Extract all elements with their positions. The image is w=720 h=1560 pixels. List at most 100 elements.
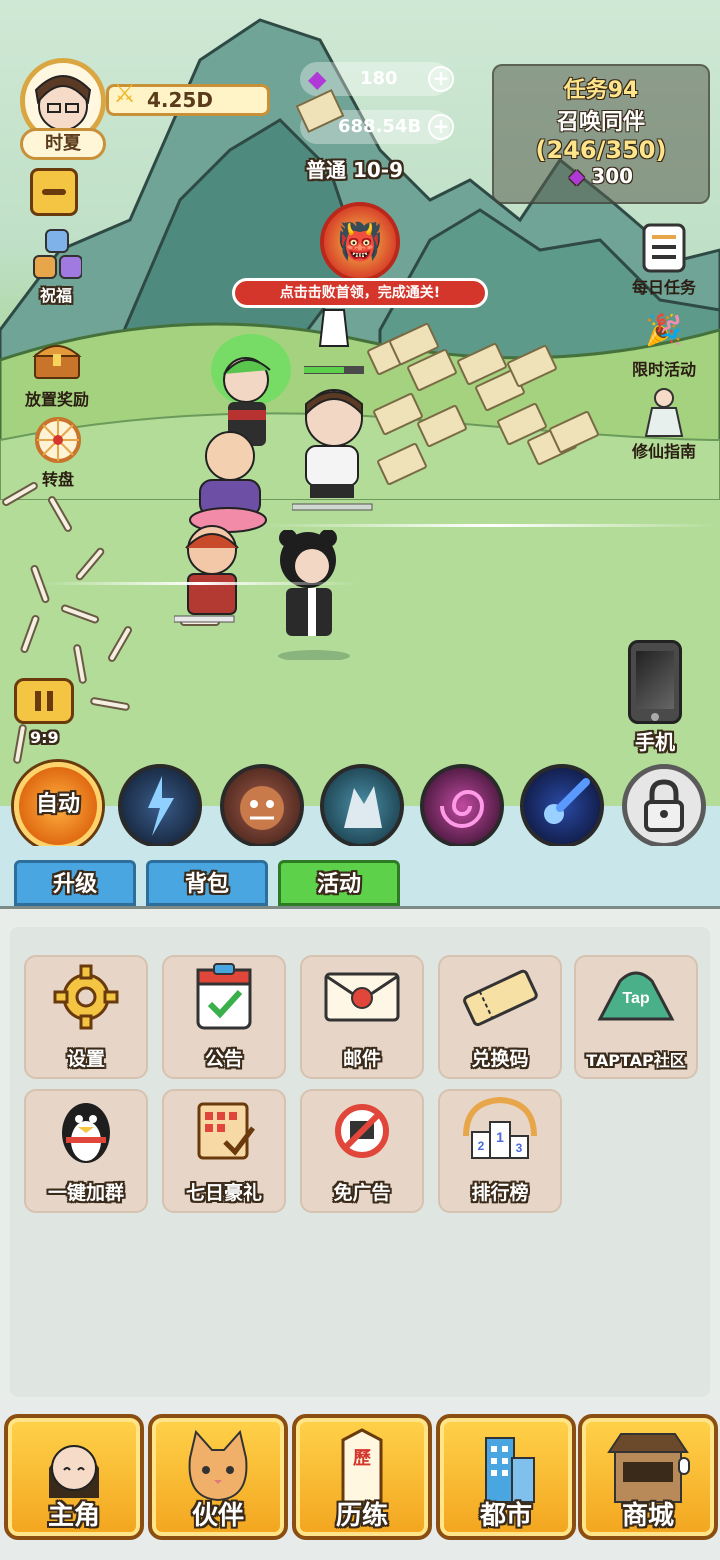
no-ads-icon [302,1091,422,1171]
settings-button[interactable]: 设置 [24,955,148,1079]
nav-partner[interactable]: 伙伴 [148,1414,288,1540]
cultivation-guide-button[interactable]: 修仙指南 [626,386,702,462]
task-reward: ◆ 300 [494,164,708,188]
tab-upgrade[interactable]: 升级 [14,860,136,906]
taptap-community-button[interactable]: Tap TAPTAP社区 [574,955,698,1079]
gear-icon [26,957,146,1037]
activity-grid: 设置 公告 邮件 兑换码 Tap TAPTAP社区 一键加群 七日豪礼 免广告 … [10,927,710,1397]
taptap-icon: Tap [576,957,696,1037]
scroll-icon [164,1091,284,1171]
lock-icon [644,779,684,832]
boss-hint: 点击击败首领，完成通关! [232,278,488,308]
combat-power: ⚔ 4.25D [106,79,270,116]
nav-shop[interactable]: 商城 [578,1414,718,1540]
wheel-button[interactable]: 转盘 [30,414,86,490]
redeem-code-label: 兑换码 [471,1048,529,1070]
tab-backpack[interactable]: 背包 [146,860,268,906]
ticket-icon [440,957,560,1037]
wheel-label: 转盘 [41,470,74,489]
svg-text:1: 1 [496,1129,504,1145]
mail-icon [302,957,422,1037]
nav-partner-label: 伙伴 [191,1501,244,1531]
phone-icon [628,640,682,724]
leaderboard-button[interactable]: 12 3 排行榜 [438,1089,562,1213]
pause-button[interactable] [14,678,74,724]
blessing-label: 祝福 [39,286,72,305]
redeem-code-button[interactable]: 兑换码 [438,955,562,1079]
auto-battle-button[interactable]: 自动 [14,762,102,850]
hero-panda-hood [278,530,350,660]
penguin-icon [26,1091,146,1171]
join-group-button[interactable]: 一键加群 [24,1089,148,1213]
bottom-navigation: 主角 伙伴 歷 历练 都市 商城 [0,1400,720,1560]
blessing-button[interactable]: 祝福 [18,229,94,306]
task-panel[interactable]: 任务94 召唤同伴 (246/350) ◆ 300 [492,64,710,204]
nav-city[interactable]: 都市 [436,1414,576,1540]
daily-task-button[interactable]: 每日任务 [626,222,702,298]
hero-main [292,389,373,511]
idle-reward-label: 放置奖励 [24,390,89,409]
activity-panel: 设置 公告 邮件 兑换码 Tap TAPTAP社区 一键加群 七日豪礼 免广告 … [0,906,720,1400]
announcement-button[interactable]: 公告 [162,955,286,1079]
skill-locked-slot[interactable] [622,764,706,848]
remove-ads-button[interactable]: 免广告 [300,1089,424,1213]
gem-icon: ◆ [308,65,327,93]
checklist-icon [638,222,690,274]
gem-value: 180 [360,68,398,89]
clipboard-icon [164,957,284,1037]
svg-text:Tap: Tap [622,990,649,1007]
task-name: 召唤同伴 [556,110,645,135]
task-reward-value: 300 [591,164,634,188]
join-group-label: 一键加群 [47,1182,124,1204]
player-name: 时夏 [20,128,106,160]
phone-label: 手机 [635,730,675,754]
mail-label: 邮件 [342,1048,381,1070]
boss-demon-icon: 👹 [337,222,383,263]
task-title: 任务94 [563,78,639,103]
add-cash-button[interactable]: + [428,114,454,140]
boss-challenge-button[interactable]: 👹 [320,202,400,282]
stage-label: 普通 10-9 [306,158,404,182]
cash-counter: 688.54B + [295,88,454,144]
limited-event-label: 限时活动 [631,360,696,379]
gem-counter: ◆ 180 + [300,62,454,96]
skill-comet-icon[interactable] [520,764,604,848]
tab-activity[interactable]: 活动 [278,860,400,906]
settings-label: 设置 [66,1048,105,1070]
phone-button[interactable]: 手机 [620,640,690,755]
party-popper-icon: 🎉 [645,312,683,348]
taptap-community-label: TAPTAP社区 [586,1051,686,1070]
skill-lightning-icon[interactable] [118,764,202,848]
idle-reward-button[interactable]: 放置奖励 [14,334,100,410]
speed-timer: 9:9 [30,728,59,747]
combat-power-value: 4.25D [147,88,213,112]
cash-value: 688.54B [338,116,422,137]
skill-beast-icon[interactable] [220,764,304,848]
podium-icon: 12 3 [440,1091,560,1171]
add-gems-button[interactable]: + [428,66,454,92]
skill-wolf-icon[interactable] [320,764,404,848]
minus-icon [42,189,66,195]
blessing-icon [30,229,82,282]
nav-protagonist[interactable]: 主角 [4,1414,144,1540]
seven-day-gift-button[interactable]: 七日豪礼 [162,1089,286,1213]
announcement-label: 公告 [204,1048,243,1070]
limited-event-button[interactable]: 🎉 限时活动 [626,304,702,380]
mail-button[interactable]: 邮件 [300,955,424,1079]
nav-city-label: 都市 [479,1501,532,1531]
hero-red-hair [174,525,239,623]
nav-protagonist-label: 主角 [47,1501,100,1531]
immortal-guide-icon [638,386,690,438]
sword-icon: ⚔ [113,79,137,109]
collapse-button[interactable] [30,168,78,216]
task-progress: (246/350) [535,136,667,164]
nav-shop-label: 商城 [621,1501,674,1531]
avatar-face-icon [34,75,92,131]
pause-icon [35,691,53,711]
skill-vortex-icon[interactable] [420,764,504,848]
daily-task-label: 每日任务 [631,278,696,297]
gem-icon: ◆ [568,164,585,188]
nav-training[interactable]: 歷 历练 [292,1414,432,1540]
svg-text:3: 3 [516,1141,523,1155]
tab-bar: 升级 背包 活动 [0,846,720,908]
